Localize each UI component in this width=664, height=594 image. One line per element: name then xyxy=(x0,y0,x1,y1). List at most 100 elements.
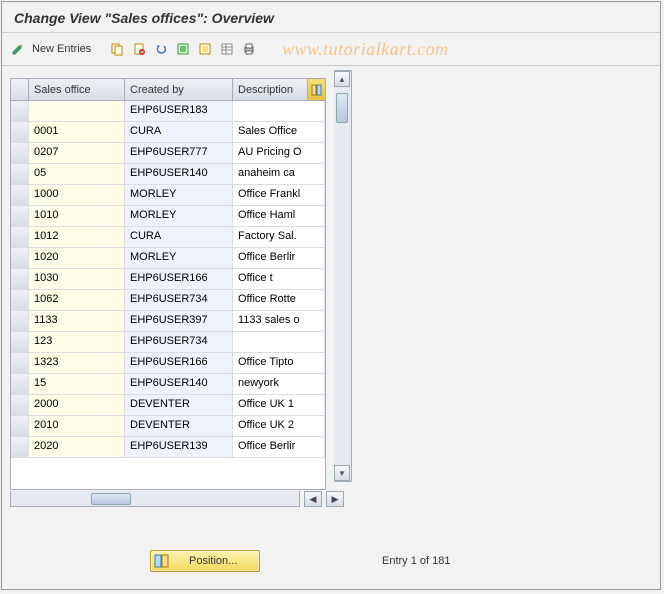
cell-sales-office[interactable]: 0001 xyxy=(29,122,125,142)
cell-description: Office t xyxy=(233,269,325,289)
scroll-thumb[interactable] xyxy=(336,93,348,123)
vertical-scrollbar[interactable]: ▲ ▼ xyxy=(334,70,352,482)
row-selector[interactable] xyxy=(11,206,29,226)
col-description[interactable]: Description xyxy=(233,79,307,100)
row-selector[interactable] xyxy=(11,143,29,163)
configure-columns-icon[interactable] xyxy=(307,79,325,100)
cell-description: Office Frankl xyxy=(233,185,325,205)
hscroll-thumb[interactable] xyxy=(91,493,131,505)
table-row[interactable]: 1323EHP6USER166Office Tipto xyxy=(11,353,325,374)
table-row[interactable]: 1012CURAFactory Sal. xyxy=(11,227,325,248)
cell-description: 1133 sales o xyxy=(233,311,325,331)
cell-sales-office[interactable]: 2010 xyxy=(29,416,125,436)
cell-created-by: EHP6USER139 xyxy=(125,437,233,457)
cell-description: Office Berlir xyxy=(233,437,325,457)
row-selector[interactable] xyxy=(11,164,29,184)
cell-sales-office[interactable]: 1020 xyxy=(29,248,125,268)
row-selector[interactable] xyxy=(11,311,29,331)
new-entries-button[interactable]: New Entries xyxy=(30,43,97,55)
row-selector[interactable] xyxy=(11,416,29,436)
cell-created-by: MORLEY xyxy=(125,206,233,226)
cell-sales-office[interactable] xyxy=(29,101,125,121)
cell-sales-office[interactable]: 2020 xyxy=(29,437,125,457)
page-left-icon[interactable]: ◀ xyxy=(304,491,322,507)
cell-sales-office[interactable]: 05 xyxy=(29,164,125,184)
row-selector[interactable] xyxy=(11,290,29,310)
table-row[interactable]: 05EHP6USER140anaheim ca xyxy=(11,164,325,185)
row-selector[interactable] xyxy=(11,227,29,247)
delete-icon[interactable] xyxy=(129,39,149,59)
table-row[interactable]: 1020MORLEYOffice Berlir xyxy=(11,248,325,269)
cell-created-by: DEVENTER xyxy=(125,395,233,415)
page-right-icon[interactable]: ▶ xyxy=(326,491,344,507)
table-row[interactable]: EHP6USER183 xyxy=(11,101,325,122)
row-selector[interactable] xyxy=(11,269,29,289)
deselect-all-icon[interactable] xyxy=(195,39,215,59)
col-sales-office[interactable]: Sales office xyxy=(29,79,125,100)
table-row[interactable]: 15EHP6USER140newyork xyxy=(11,374,325,395)
cell-sales-office[interactable]: 2000 xyxy=(29,395,125,415)
table-row[interactable]: 123EHP6USER734 xyxy=(11,332,325,353)
row-selector[interactable] xyxy=(11,101,29,121)
scroll-down-icon[interactable]: ▼ xyxy=(334,465,350,481)
cell-sales-office[interactable]: 0207 xyxy=(29,143,125,163)
cell-sales-office[interactable]: 1010 xyxy=(29,206,125,226)
cell-sales-office[interactable]: 1323 xyxy=(29,353,125,373)
cell-created-by: EHP6USER734 xyxy=(125,290,233,310)
table-row[interactable]: 1133EHP6USER3971133 sales o xyxy=(11,311,325,332)
row-selector[interactable] xyxy=(11,353,29,373)
position-icon xyxy=(151,551,173,571)
cell-sales-office[interactable]: 1133 xyxy=(29,311,125,331)
row-selector[interactable] xyxy=(11,395,29,415)
table-view-icon[interactable] xyxy=(217,39,237,59)
cell-created-by: EHP6USER734 xyxy=(125,332,233,352)
cell-description xyxy=(233,101,325,121)
cell-description: Office Berlir xyxy=(233,248,325,268)
table-row[interactable]: 1010MORLEYOffice Haml xyxy=(11,206,325,227)
cell-sales-office[interactable]: 1000 xyxy=(29,185,125,205)
cell-created-by: MORLEY xyxy=(125,248,233,268)
row-selector[interactable] xyxy=(11,122,29,142)
change-display-icon[interactable] xyxy=(8,39,28,59)
undo-icon[interactable] xyxy=(151,39,171,59)
cell-description: Office UK 2 xyxy=(233,416,325,436)
cell-description: Office Rotte xyxy=(233,290,325,310)
col-created-by[interactable]: Created by xyxy=(125,79,233,100)
horizontal-scrollbar[interactable] xyxy=(10,491,300,507)
table-row[interactable]: 0001CURASales Office xyxy=(11,122,325,143)
row-selector[interactable] xyxy=(11,248,29,268)
cell-sales-office[interactable]: 1030 xyxy=(29,269,125,289)
toolbar: New Entries www.tutorialkart.com xyxy=(2,37,660,65)
row-selector[interactable] xyxy=(11,374,29,394)
cell-description: AU Pricing O xyxy=(233,143,325,163)
data-table: Sales office Created by Description EHP6… xyxy=(10,78,326,490)
cell-created-by: EHP6USER140 xyxy=(125,164,233,184)
table-body: EHP6USER1830001CURASales Office0207EHP6U… xyxy=(11,101,325,489)
row-selector[interactable] xyxy=(11,185,29,205)
cell-description: Office Haml xyxy=(233,206,325,226)
table-row[interactable]: 1062EHP6USER734Office Rotte xyxy=(11,290,325,311)
table-row[interactable]: 0207EHP6USER777AU Pricing O xyxy=(11,143,325,164)
cell-sales-office[interactable]: 1012 xyxy=(29,227,125,247)
table-row[interactable]: 1000MORLEYOffice Frankl xyxy=(11,185,325,206)
table-row[interactable]: 2020EHP6USER139Office Berlir xyxy=(11,437,325,458)
row-selector[interactable] xyxy=(11,332,29,352)
cell-created-by: CURA xyxy=(125,122,233,142)
cell-created-by: EHP6USER166 xyxy=(125,353,233,373)
watermark: www.tutorialkart.com xyxy=(282,39,449,60)
row-selector-header[interactable] xyxy=(11,79,29,100)
position-button[interactable]: Position... xyxy=(150,550,260,572)
print-icon[interactable] xyxy=(239,39,259,59)
row-selector[interactable] xyxy=(11,437,29,457)
cell-sales-office[interactable]: 123 xyxy=(29,332,125,352)
cell-sales-office[interactable]: 15 xyxy=(29,374,125,394)
cell-description xyxy=(233,332,325,352)
table-row[interactable]: 1030EHP6USER166Office t xyxy=(11,269,325,290)
cell-sales-office[interactable]: 1062 xyxy=(29,290,125,310)
page-title: Change View "Sales offices": Overview xyxy=(2,2,660,32)
table-row[interactable]: 2010DEVENTEROffice UK 2 xyxy=(11,416,325,437)
scroll-up-icon[interactable]: ▲ xyxy=(334,71,350,87)
table-row[interactable]: 2000DEVENTEROffice UK 1 xyxy=(11,395,325,416)
copy-icon[interactable] xyxy=(107,39,127,59)
select-all-icon[interactable] xyxy=(173,39,193,59)
